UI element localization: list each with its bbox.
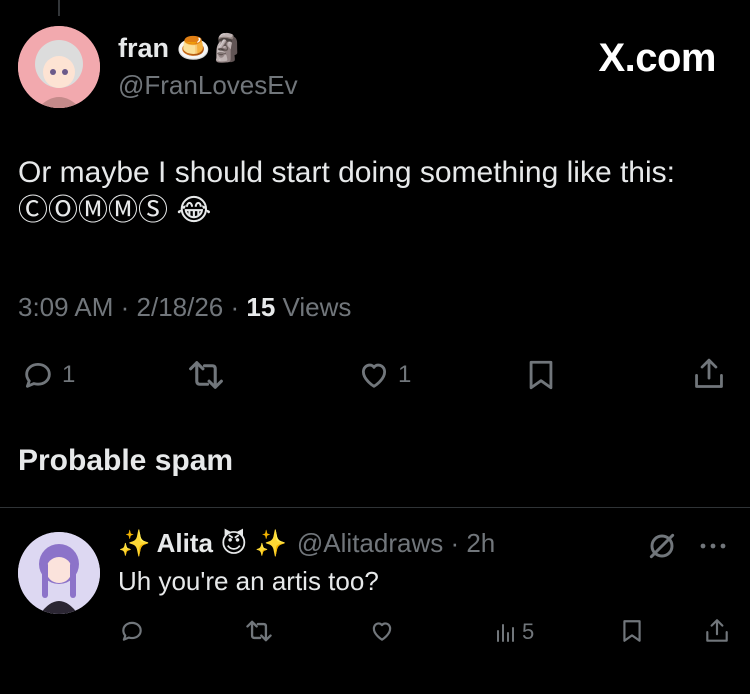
like-button[interactable]: 1: [356, 358, 411, 392]
reply-views-button[interactable]: 5: [494, 619, 534, 645]
avatar-image: [18, 26, 100, 108]
post-text: Or maybe I should start doing something …: [18, 154, 733, 230]
more-options-button[interactable]: [697, 534, 729, 558]
post-time[interactable]: 3:09 AM: [18, 292, 113, 322]
like-count: 1: [398, 361, 412, 388]
share-button[interactable]: [692, 356, 726, 392]
avatar[interactable]: [18, 26, 100, 108]
repost-button[interactable]: [186, 358, 226, 392]
views-count: 15: [246, 292, 276, 322]
views-label: Views: [282, 292, 352, 322]
post-meta: 3:09 AM · 2/18/26 · 15 Views: [18, 292, 352, 322]
reply-author-name[interactable]: ✨ Alita 😈 ✨: [118, 528, 287, 559]
reply-count: 1: [62, 361, 76, 388]
reply-icon: [25, 362, 51, 388]
divider: [0, 507, 750, 508]
bookmark-icon: [623, 620, 641, 642]
post-text-line-1: Or maybe I should start doing something …: [18, 156, 675, 189]
bookmark-button[interactable]: [525, 358, 557, 392]
reply-avatar[interactable]: [18, 532, 100, 614]
reply-bookmark-button[interactable]: [620, 618, 644, 644]
reply-author-handle[interactable]: @Alitadraws · 2h: [297, 528, 495, 559]
author-handle[interactable]: @FranLovesEv: [118, 70, 298, 101]
reply-reply-button[interactable]: [118, 618, 146, 644]
grok-button[interactable]: [646, 530, 678, 562]
more-icon: [700, 543, 726, 549]
reply-repost-button[interactable]: [244, 618, 274, 644]
reply-text: Uh you're an artis too?: [118, 566, 379, 596]
author-emojis: 🍮🗿: [176, 33, 244, 63]
reply-age: 2h: [466, 528, 496, 558]
reply-like-button[interactable]: [368, 618, 396, 644]
share-icon: [695, 358, 723, 388]
analytics-icon: [497, 624, 514, 642]
post-text-line-2: ⒸⓄⓂⓂⓈ 😂: [18, 194, 212, 227]
brand-watermark: X.com: [598, 36, 716, 80]
thread-connector-line: [58, 0, 60, 16]
reply-avatar-image: [18, 532, 100, 614]
author-name[interactable]: fran 🍮🗿: [118, 32, 244, 64]
repost-icon: [246, 620, 272, 642]
heart-icon: [372, 622, 392, 641]
reply-share-button[interactable]: [704, 617, 730, 645]
grok-icon: [649, 533, 675, 559]
reply-icon: [122, 621, 142, 641]
reply-views-count: 5: [522, 619, 535, 644]
repost-icon: [189, 361, 223, 389]
reply-header: ✨ Alita 😈 ✨ @Alitadraws · 2h: [118, 528, 495, 559]
post-date[interactable]: 2/18/26: [137, 292, 224, 322]
reply-button[interactable]: 1: [20, 358, 75, 392]
section-title: Probable spam: [18, 444, 234, 477]
share-icon: [706, 619, 728, 642]
bookmark-icon: [529, 360, 553, 390]
heart-icon: [361, 363, 387, 388]
